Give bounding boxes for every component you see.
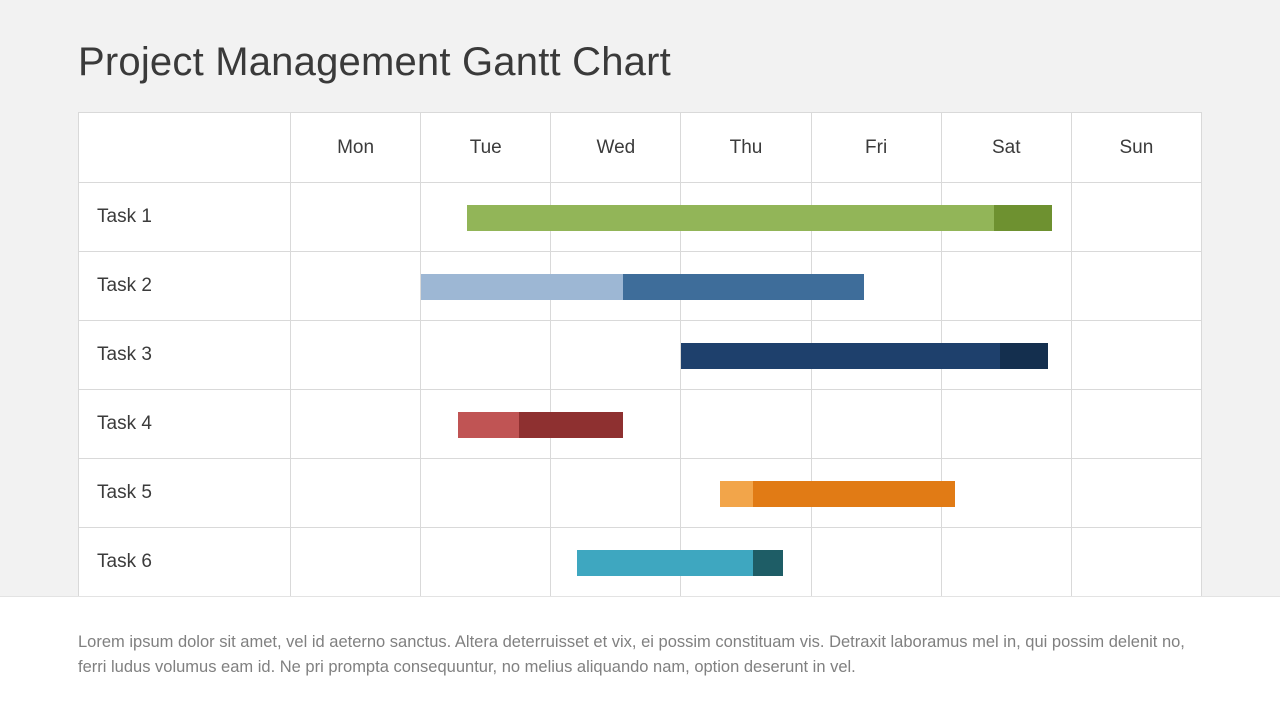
gantt-header-day: Fri — [812, 113, 942, 183]
gantt-header-day: Sat — [942, 113, 1072, 183]
gantt-grid-cell — [551, 321, 681, 390]
gantt-bar-segment — [467, 205, 994, 231]
gantt-header-day: Mon — [291, 113, 421, 183]
gantt-bar-segment — [681, 343, 1000, 369]
gantt-grid-cell — [551, 459, 681, 528]
gantt-task-label: Task 5 — [79, 459, 291, 528]
gantt-task-row: Task 5 — [79, 459, 1202, 528]
gantt-grid-cell — [1072, 183, 1202, 252]
gantt-grid-cell — [681, 390, 811, 459]
gantt-task-row: Task 6 — [79, 528, 1202, 597]
gantt-bar — [720, 481, 954, 507]
gantt-bar-segment — [1000, 343, 1048, 369]
gantt-grid-cell — [291, 390, 421, 459]
gantt-bar — [681, 343, 1048, 369]
gantt-bar-segment — [421, 274, 623, 300]
gantt-bar-segment — [623, 274, 864, 300]
page-title: Project Management Gantt Chart — [78, 40, 671, 85]
gantt-bar-segment — [753, 550, 783, 576]
gantt-bar — [458, 412, 623, 438]
gantt-task-row: Task 1 — [79, 183, 1202, 252]
gantt-task-row: Task 2 — [79, 252, 1202, 321]
gantt-bar-segment — [720, 481, 753, 507]
gantt-header-row: MonTueWedThuFriSatSun — [79, 113, 1202, 183]
gantt-header-day: Sun — [1072, 113, 1202, 183]
gantt-timeline — [291, 321, 1202, 390]
gantt-grid-cell — [1072, 459, 1202, 528]
gantt-timeline — [291, 390, 1202, 459]
gantt-bar-segment — [577, 550, 753, 576]
gantt-grid-cell — [942, 390, 1072, 459]
gantt-header-day: Thu — [681, 113, 811, 183]
gantt-task-row: Task 4 — [79, 390, 1202, 459]
gantt-header-blank — [79, 113, 291, 183]
gantt-timeline — [291, 252, 1202, 321]
gantt-grid-cell — [942, 252, 1072, 321]
gantt-bar — [421, 274, 863, 300]
gantt-bar-segment — [753, 481, 955, 507]
gantt-bar-segment — [519, 412, 623, 438]
gantt-grid-cell — [421, 459, 551, 528]
footer-divider — [0, 596, 1280, 597]
gantt-timeline — [291, 528, 1202, 597]
gantt-header-day: Tue — [421, 113, 551, 183]
gantt-task-row: Task 3 — [79, 321, 1202, 390]
gantt-header-day: Wed — [551, 113, 681, 183]
gantt-grid-cell — [812, 528, 942, 597]
gantt-grid-cell — [291, 183, 421, 252]
gantt-task-label: Task 4 — [79, 390, 291, 459]
gantt-grid-cell — [942, 459, 1072, 528]
gantt-grid-cell — [421, 321, 551, 390]
gantt-grid-cell — [1072, 321, 1202, 390]
gantt-bar — [467, 205, 1053, 231]
gantt-grid-cell — [291, 252, 421, 321]
gantt-bar-segment — [994, 205, 1053, 231]
gantt-task-label: Task 6 — [79, 528, 291, 597]
gantt-grid-cell — [1072, 252, 1202, 321]
gantt-grid-cell — [291, 321, 421, 390]
gantt-grid-cell — [291, 459, 421, 528]
gantt-grid-cell — [291, 528, 421, 597]
gantt-grid-cell — [812, 390, 942, 459]
gantt-grid-cell — [1072, 528, 1202, 597]
gantt-timeline — [291, 459, 1202, 528]
gantt-grid-cell — [421, 528, 551, 597]
gantt-timeline — [291, 183, 1202, 252]
gantt-task-label: Task 3 — [79, 321, 291, 390]
gantt-task-label: Task 1 — [79, 183, 291, 252]
gantt-grid-cell — [942, 528, 1072, 597]
footer-text: Lorem ipsum dolor sit amet, vel id aeter… — [0, 600, 1280, 680]
gantt-chart: MonTueWedThuFriSatSunTask 1Task 2Task 3T… — [78, 112, 1202, 597]
gantt-bar — [577, 550, 783, 576]
gantt-bar-segment — [458, 412, 519, 438]
gantt-task-label: Task 2 — [79, 252, 291, 321]
gantt-grid-cell — [1072, 390, 1202, 459]
